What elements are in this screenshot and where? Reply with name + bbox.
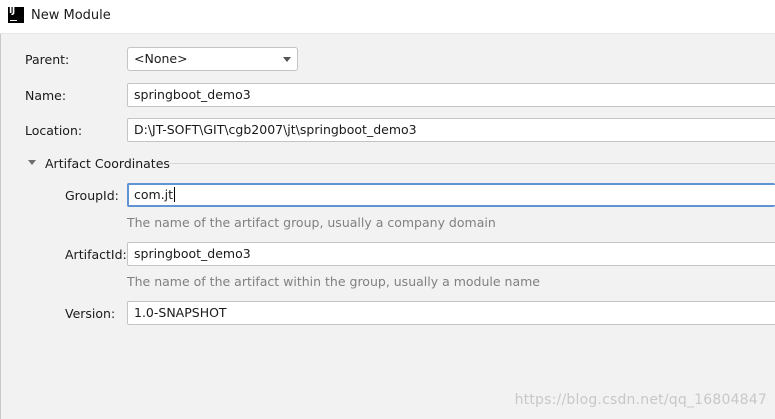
name-label: Name: — [25, 88, 67, 103]
version-label: Version: — [65, 306, 116, 321]
version-input-value: 1.0-SNAPSHOT — [134, 305, 227, 320]
name-input[interactable]: springboot_demo3 — [127, 83, 775, 107]
window-title: New Module — [31, 8, 111, 23]
location-label: Location: — [25, 123, 83, 138]
title-bar: IJ New Module — [0, 0, 775, 34]
version-input[interactable]: 1.0-SNAPSHOT — [127, 301, 775, 325]
artifact-coordinates-title[interactable]: Artifact Coordinates — [45, 156, 170, 171]
groupid-label: GroupId: — [65, 188, 119, 203]
name-input-value: springboot_demo3 — [134, 87, 251, 102]
artifactid-label: ArtifactId: — [65, 247, 127, 262]
artifactid-input[interactable]: springboot_demo3 — [127, 242, 775, 266]
intellij-idea-icon: IJ — [8, 6, 24, 23]
artifactid-hint: The name of the artifact within the grou… — [127, 274, 540, 289]
window-left-border — [0, 34, 1, 419]
text-caret — [174, 187, 176, 202]
groupid-hint: The name of the artifact group, usually … — [127, 215, 496, 230]
groupid-input-value: com.jt — [134, 187, 174, 202]
collapse-triangle-icon[interactable] — [28, 160, 36, 165]
location-input[interactable]: D:\JT-SOFT\GIT\cgb2007\jt\springboot_dem… — [127, 118, 775, 142]
parent-dropdown[interactable]: <None> — [127, 47, 298, 71]
artifactid-input-value: springboot_demo3 — [134, 246, 251, 261]
section-divider — [169, 163, 775, 164]
parent-dropdown-value: <None> — [134, 51, 188, 66]
location-input-value: D:\JT-SOFT\GIT\cgb2007\jt\springboot_dem… — [134, 122, 417, 137]
watermark-text: https://blog.csdn.net/qq_16804847 — [514, 392, 767, 408]
groupid-input[interactable]: com.jt — [127, 183, 775, 207]
parent-label: Parent: — [25, 52, 70, 67]
chevron-down-icon — [283, 57, 291, 62]
